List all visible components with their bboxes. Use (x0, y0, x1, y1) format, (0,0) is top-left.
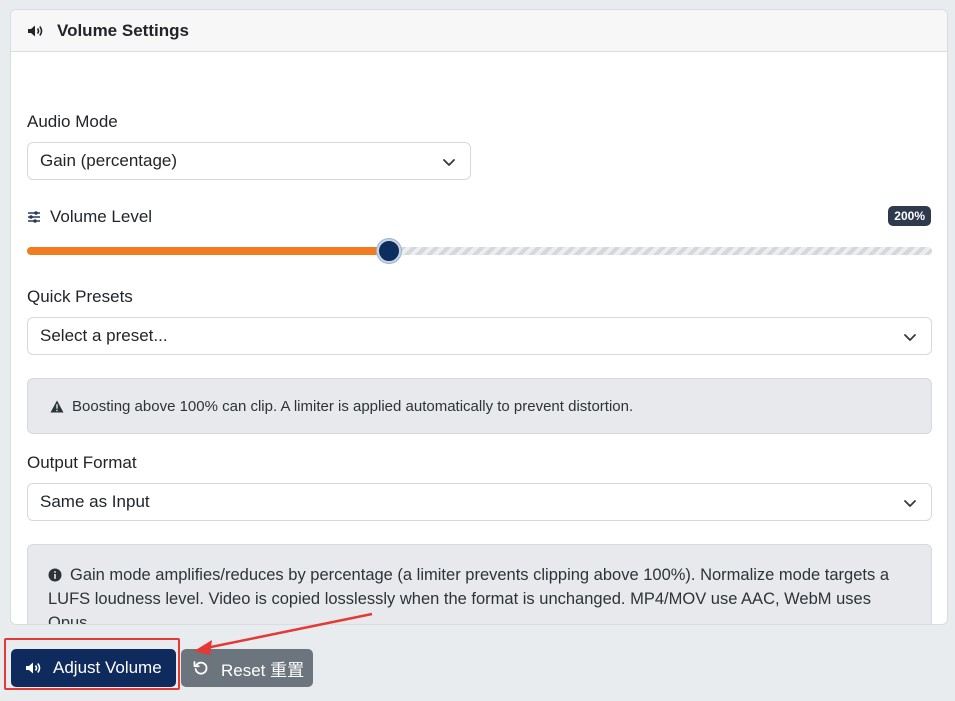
reset-button[interactable]: Reset 重置 (181, 649, 313, 687)
audio-mode-select[interactable]: Gain (percentage) (27, 142, 471, 180)
card-title: Volume Settings (57, 20, 189, 40)
speaker-icon (25, 660, 43, 676)
chevron-down-icon (443, 159, 455, 166)
audio-mode-label: Audio Mode (27, 112, 118, 131)
warning-text: Boosting above 100% can clip. A limiter … (72, 397, 634, 415)
volume-badge: 200% (888, 206, 931, 226)
output-format-label: Output Format (27, 453, 137, 472)
speaker-icon (27, 23, 47, 39)
quick-presets-select[interactable]: Select a preset... (27, 317, 932, 355)
volume-settings-card: Volume Settings Audio Mode Gain (percent… (10, 9, 948, 625)
info-alert: Gain mode amplifies/reduces by percentag… (27, 544, 932, 625)
output-format-select[interactable]: Same as Input (27, 483, 932, 521)
reset-icon (193, 660, 211, 676)
volume-level-label-row: Volume Level (27, 207, 152, 227)
adjust-volume-button[interactable]: Adjust Volume (11, 649, 176, 687)
audio-mode-value: Gain (percentage) (40, 151, 178, 170)
quick-presets-label: Quick Presets (27, 287, 133, 306)
clip-warning-alert: Boosting above 100% can clip. A limiter … (27, 378, 932, 434)
sliders-icon (28, 211, 40, 223)
slider-fill (27, 247, 389, 255)
info-text: Gain mode amplifies/reduces by percentag… (48, 566, 889, 625)
output-format-value: Same as Input (40, 492, 150, 511)
volume-level-label: Volume Level (50, 207, 153, 226)
adjust-volume-label: Adjust Volume (53, 658, 162, 677)
info-icon (48, 568, 62, 582)
slider-thumb[interactable] (377, 239, 401, 263)
chevron-down-icon (904, 334, 916, 341)
quick-presets-value: Select a preset... (40, 326, 168, 345)
reset-label: Reset 重置 (221, 660, 305, 680)
volume-slider[interactable] (27, 238, 932, 264)
warning-icon (50, 400, 64, 412)
card-header: Volume Settings (11, 10, 947, 52)
chevron-down-icon (904, 500, 916, 507)
